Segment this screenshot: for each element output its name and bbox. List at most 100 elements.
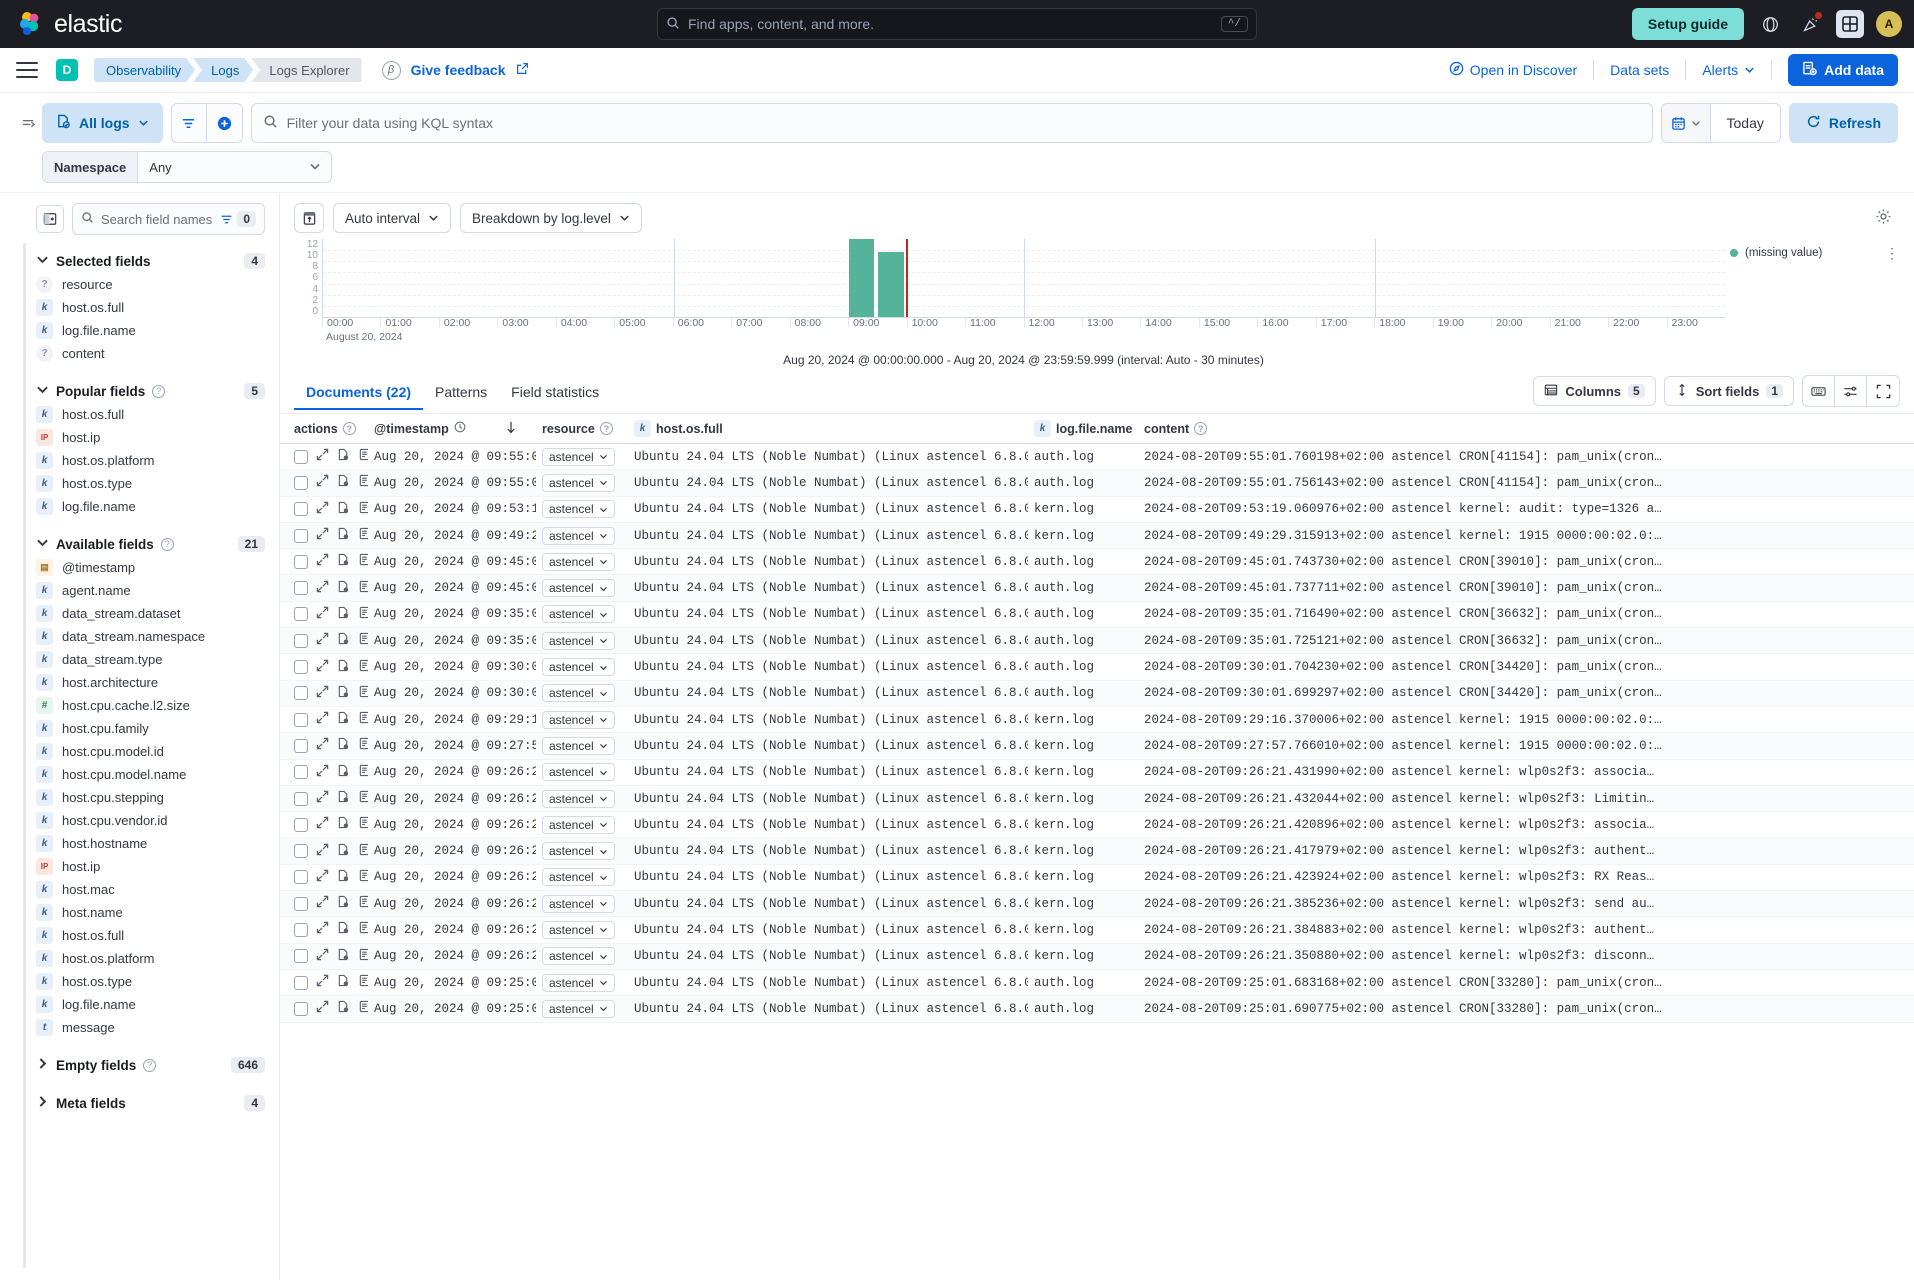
table-row[interactable]: Aug 20, 2024 @ 09:29:16.557 astencel Ubunt…	[280, 707, 1914, 734]
view-details-icon[interactable]	[358, 527, 368, 544]
view-details-icon[interactable]	[358, 790, 368, 807]
resource-chip[interactable]: astencel	[542, 894, 615, 913]
resource-chip[interactable]: astencel	[542, 868, 615, 887]
resource-chip[interactable]: astencel	[542, 815, 615, 834]
chart-collapse-button[interactable]	[294, 203, 324, 233]
expand-row-icon[interactable]	[316, 580, 329, 597]
row-checkbox[interactable]	[294, 791, 308, 806]
table-row[interactable]: Aug 20, 2024 @ 09:25:01.757 astencel Ubunt…	[280, 996, 1914, 1023]
collapse-sidebar-button[interactable]	[36, 205, 64, 233]
field-item[interactable]: # host.cpu.cache.l2.size	[0, 694, 279, 717]
table-row[interactable]: Aug 20, 2024 @ 09:26:21.557 astencel Ubunt…	[280, 785, 1914, 813]
row-checkbox[interactable]	[294, 1001, 308, 1016]
expand-row-icon[interactable]	[316, 1000, 329, 1017]
view-document-icon[interactable]	[337, 474, 350, 491]
table-row[interactable]: Aug 20, 2024 @ 09:55:01.957 astencel Ubunt…	[280, 470, 1914, 497]
tab-documents[interactable]: Documents (22)	[294, 378, 423, 410]
sidebar-scrollbar[interactable]	[23, 243, 26, 1268]
field-item[interactable]: k host.name	[0, 901, 279, 924]
view-document-icon[interactable]	[337, 448, 350, 465]
table-row[interactable]: Aug 20, 2024 @ 09:26:21.557 astencel Ubunt…	[280, 917, 1914, 944]
row-checkbox[interactable]	[294, 449, 308, 464]
interval-selector-button[interactable]: Auto interval	[333, 203, 452, 233]
field-item[interactable]: IP host.ip	[0, 426, 279, 449]
row-checkbox[interactable]	[294, 554, 308, 569]
resource-chip[interactable]: astencel	[542, 447, 615, 466]
alerts-button[interactable]: Alerts	[1686, 62, 1771, 78]
field-item[interactable]: k host.mac	[0, 878, 279, 901]
table-row[interactable]: Aug 20, 2024 @ 09:26:21.557 astencel Ubunt…	[280, 760, 1914, 786]
field-item[interactable]: k host.cpu.model.name	[0, 763, 279, 786]
field-item[interactable]: k host.os.full	[0, 924, 279, 947]
resource-chip[interactable]: astencel	[542, 999, 615, 1018]
row-checkbox[interactable]	[294, 660, 308, 675]
section-header-available-fields[interactable]: Available fields ? 21	[0, 532, 279, 556]
resource-chip[interactable]: astencel	[542, 552, 615, 571]
view-details-icon[interactable]	[358, 816, 368, 833]
breakdown-selector-button[interactable]: Breakdown by log.level	[460, 203, 642, 233]
view-document-icon[interactable]	[337, 921, 350, 938]
field-item[interactable]: t message	[0, 1016, 279, 1039]
expand-row-icon[interactable]	[316, 474, 329, 491]
field-item[interactable]: k host.os.type	[0, 970, 279, 993]
global-search-input[interactable]: Find apps, content, and more. ^/	[657, 8, 1257, 40]
table-row[interactable]: Aug 20, 2024 @ 09:25:01.757 astencel Ubunt…	[280, 970, 1914, 997]
help-icon[interactable]: ?	[160, 537, 174, 551]
column-header-resource[interactable]: resource ?	[536, 422, 628, 436]
section-header-empty-fields[interactable]: Empty fields ? 646	[0, 1053, 279, 1077]
table-row[interactable]: Aug 20, 2024 @ 09:26:21.557 astencel Ubunt…	[280, 891, 1914, 918]
view-document-icon[interactable]	[337, 711, 350, 728]
resource-chip[interactable]: astencel	[542, 947, 615, 966]
view-details-icon[interactable]	[358, 869, 368, 886]
view-document-icon[interactable]	[337, 606, 350, 623]
resource-chip[interactable]: astencel	[542, 658, 615, 677]
resource-chip[interactable]: astencel	[542, 842, 615, 861]
view-document-icon[interactable]	[337, 553, 350, 570]
view-document-icon[interactable]	[337, 974, 350, 991]
expand-row-icon[interactable]	[316, 448, 329, 465]
row-checkbox[interactable]	[294, 922, 308, 937]
expand-row-icon[interactable]	[316, 948, 329, 965]
view-document-icon[interactable]	[337, 843, 350, 860]
help-icon[interactable]: ?	[342, 422, 356, 435]
row-checkbox[interactable]	[294, 633, 308, 648]
table-row[interactable]: Aug 20, 2024 @ 09:26:21.557 astencel Ubunt…	[280, 838, 1914, 865]
row-checkbox[interactable]	[294, 738, 308, 753]
resource-chip[interactable]: astencel	[542, 631, 615, 650]
view-document-icon[interactable]	[337, 948, 350, 965]
setup-guide-button[interactable]: Setup guide	[1631, 8, 1744, 40]
add-filter-button[interactable]	[206, 103, 243, 143]
chart-bar[interactable]	[877, 252, 904, 317]
filter-list-button[interactable]	[170, 103, 207, 143]
view-details-icon[interactable]	[358, 948, 368, 965]
field-item[interactable]: ? resource	[0, 273, 279, 296]
section-header-popular-fields[interactable]: Popular fields ? 5	[0, 379, 279, 403]
date-quick-select-button[interactable]	[1661, 104, 1711, 142]
expand-row-icon[interactable]	[316, 764, 329, 781]
field-item[interactable]: k host.cpu.stepping	[0, 786, 279, 809]
column-header-content[interactable]: content ?	[1138, 422, 1698, 436]
view-document-icon[interactable]	[337, 580, 350, 597]
chart-options-icon[interactable]	[1875, 208, 1900, 228]
view-document-icon[interactable]	[337, 816, 350, 833]
avatar[interactable]: A	[1876, 11, 1902, 37]
view-document-icon[interactable]	[337, 737, 350, 754]
row-checkbox[interactable]	[294, 844, 308, 859]
resource-chip[interactable]: astencel	[542, 789, 615, 808]
field-item[interactable]: k host.os.platform	[0, 947, 279, 970]
open-in-discover-button[interactable]: Open in Discover	[1433, 61, 1593, 79]
expand-row-icon[interactable]	[316, 843, 329, 860]
view-document-icon[interactable]	[337, 895, 350, 912]
view-document-icon[interactable]	[337, 764, 350, 781]
chart-legend[interactable]: (missing value)	[1730, 247, 1900, 259]
table-row[interactable]: Aug 20, 2024 @ 09:49:29.357 astencel Ubunt…	[280, 522, 1914, 550]
table-row[interactable]: Aug 20, 2024 @ 09:26:21.357 astencel Ubunt…	[280, 943, 1914, 970]
field-item[interactable]: k log.file.name	[0, 495, 279, 518]
expand-row-icon[interactable]	[316, 790, 329, 807]
help-icon[interactable]: ?	[152, 384, 166, 398]
display-options-icon[interactable]	[1835, 376, 1867, 406]
resource-chip[interactable]: astencel	[542, 710, 615, 729]
chart-legend-menu-icon[interactable]: ⋮	[1885, 245, 1900, 262]
breadcrumb-observability[interactable]: Observability	[94, 58, 195, 82]
view-details-icon[interactable]	[358, 606, 368, 623]
